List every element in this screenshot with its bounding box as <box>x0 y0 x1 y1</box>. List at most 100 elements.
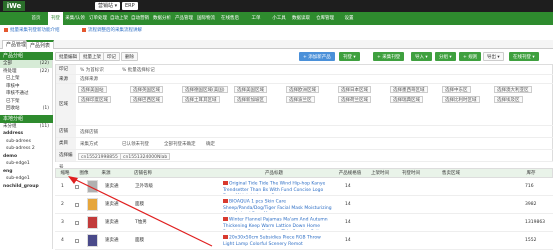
app-logo: iWe <box>3 1 25 11</box>
filter-chip[interactable]: cn1551324000Nlab <box>120 152 171 160</box>
filter-label: 类目 <box>56 138 76 149</box>
flag-icon <box>223 199 228 203</box>
tab-product-list[interactable]: 产品列表 <box>26 40 55 49</box>
toolbar-right-button[interactable]: 导入 ▾ <box>411 52 432 61</box>
toolbar-right-button[interactable]: 分组 ▾ <box>435 52 456 61</box>
sidebar-item[interactable]: 审核不通过 <box>0 90 52 98</box>
row-spec: 14 <box>345 202 351 207</box>
filter-chip[interactable]: 选择荷兰区域 <box>338 96 371 103</box>
nav-item-0[interactable]: 首页 <box>27 12 45 25</box>
filter-chip[interactable]: 选择澳大利亚区 <box>494 86 532 93</box>
nav-item-7[interactable]: 产品管理 <box>174 12 194 25</box>
filter-chip[interactable]: 选择瑞典区域 <box>390 96 423 103</box>
sidebar-group-count: (11) <box>39 123 49 129</box>
nav-item-5[interactable]: 自动营销 <box>130 12 150 25</box>
filter-label: 店铺 <box>56 126 76 137</box>
sidebar-group-item[interactable]: demo <box>0 153 52 161</box>
sidebar-label: 全部 <box>3 61 12 66</box>
row-title[interactable]: BIOAQUA 1 pcs Skin Care Sheep/Panda/Dog/… <box>223 199 333 212</box>
filter-chip[interactable]: % 为首标识 <box>78 67 106 74</box>
row-title[interactable]: Winter Flannel Pajamas Ma'am And Autumn … <box>223 217 333 230</box>
nav-item-2[interactable]: 采集/认领 <box>64 12 86 25</box>
nav-item-12[interactable]: 数据读取 <box>290 12 312 25</box>
sidebar-group-item[interactable]: eng <box>0 168 52 176</box>
nav-item-10[interactable]: 工单 <box>244 12 268 25</box>
filter-chip[interactable]: 选择店铺 <box>78 129 100 136</box>
filter-chip[interactable]: 选择新加坡区 <box>234 96 267 103</box>
filter-chip[interactable]: 确定 <box>204 141 217 148</box>
filter-chip[interactable]: 选择埃及区 <box>494 96 523 103</box>
toolbar-right-button[interactable]: 在线刊登 ▾ <box>509 52 539 61</box>
erp-select[interactable]: ERP <box>122 2 138 10</box>
notice-link-1[interactable]: 批量采集刊登新功能介绍 <box>4 27 60 35</box>
filter-chip[interactable]: 选择波兰区 <box>286 96 315 103</box>
sidebar-group-item[interactable]: sub-edge1 <box>0 175 52 183</box>
filter-chip[interactable]: cn15521998855 <box>78 152 121 160</box>
nav-item-6[interactable]: 数据分析 <box>152 12 172 25</box>
sidebar-item[interactable]: 已下架 <box>0 98 52 106</box>
toolbar-right-button[interactable]: 刊登 ▾ <box>339 52 360 61</box>
sidebar-group-item[interactable]: sub-edge1 <box>0 160 52 168</box>
sidebar-group-item[interactable]: address <box>0 130 52 138</box>
sidebar-label: 回收站 <box>6 106 20 111</box>
sidebar-item[interactable]: 已上架 <box>0 75 52 83</box>
filter-chip[interactable]: 选择英国区域 <box>130 86 163 93</box>
nav-item-9[interactable]: 在线售后 <box>218 12 242 25</box>
table-header-cell: 售卖区域 <box>442 171 460 176</box>
sidebar-group-item[interactable]: 未分组 (11) <box>0 123 52 131</box>
filter-chip[interactable]: 选择日本区域 <box>338 86 371 93</box>
sidebar-item[interactable]: 待处理 (22) <box>0 68 52 76</box>
sidebar-group-item[interactable]: nochild_group <box>0 183 52 191</box>
toolbar-left-button[interactable]: 印记 <box>103 52 120 61</box>
notice-icon <box>4 27 8 32</box>
nav-item-13[interactable]: 仓库管理 <box>314 12 336 25</box>
filter-chip[interactable]: 选择美国站 <box>78 86 107 93</box>
row-spec: 14 <box>345 238 351 243</box>
sidebar-count: (22) <box>39 68 49 74</box>
filter-row: 印记% 为首标识 % 批量选择标记 <box>56 65 553 75</box>
sidebar-item[interactable]: 审核中 <box>0 83 52 91</box>
filter-row: 店铺 选择店铺 <box>56 126 553 138</box>
filter-chip[interactable]: 选择印度区域 <box>78 96 111 103</box>
sidebar-item[interactable]: 回收站 (1) <box>0 105 52 113</box>
toolbar-left-button[interactable]: 批量编辑 <box>55 52 81 61</box>
nav-item-3[interactable]: 订单处理 <box>88 12 108 25</box>
filter-chip[interactable]: 选择墨西哥区域 <box>390 86 428 93</box>
sidebar-group-label: nochild_group <box>3 183 39 189</box>
filter-chip[interactable]: 全部刊登未确定 <box>162 141 198 148</box>
filter-chip[interactable]: 选择欧洲区域 <box>286 86 319 93</box>
nav-item-11[interactable]: 小工具 <box>270 12 288 25</box>
sidebar-group-label: address <box>3 131 24 136</box>
filter-chip[interactable]: 选择土耳其区域 <box>182 96 220 103</box>
filter-chip[interactable]: 选择中东区 <box>442 86 471 93</box>
toolbar-right-button[interactable]: + 添加新产品 <box>299 52 335 61</box>
row-title[interactable]: 20x30x50cm Subsidies Piece RGB Throw Lig… <box>223 235 333 248</box>
filter-chip[interactable]: 已认领未刊登 <box>120 141 151 148</box>
filter-chip[interactable]: 选择来源 <box>78 76 100 83</box>
row-title[interactable]: Original Tide Tide The Wind Hip-hop Kany… <box>223 181 333 194</box>
nav-item-8[interactable]: 国际物流 <box>196 12 216 25</box>
filter-chip[interactable]: 选择巴西区域 <box>130 96 163 103</box>
sidebar-item[interactable]: 全部 (22) <box>0 60 52 68</box>
sidebar-label: 待处理 <box>3 68 17 74</box>
filter-chip[interactable]: % 批量选择标记 <box>120 67 157 74</box>
filter-chip[interactable]: 选择比利时区域 <box>442 96 480 103</box>
nav-item-1[interactable]: 刊登 <box>48 12 63 25</box>
toolbar-right-button[interactable]: + 采集刊登 <box>373 52 405 61</box>
site-select[interactable]: 营销站 ▾ <box>95 2 121 10</box>
sidebar-label: 审核不通过 <box>6 91 29 96</box>
filter-chip[interactable]: 选择德国区域(美国) <box>182 86 228 93</box>
toolbar-right-button[interactable]: 导出 ▾ <box>483 52 504 61</box>
toolbar-left-button[interactable]: 删除 <box>121 52 138 61</box>
toolbar-left-button[interactable]: 批量上架 <box>79 52 105 61</box>
sidebar-group-item[interactable]: sub-adress 2 <box>0 145 52 153</box>
notice-link-2[interactable]: 流程调整后的采集流程讲解 <box>82 27 142 35</box>
filter-chip[interactable]: 选择美国区域 <box>234 86 267 93</box>
toolbar-right-button[interactable]: + 规则 <box>459 52 482 61</box>
filter-row: 选择编号cn15521998855cn1551324000Nlab <box>56 150 553 170</box>
filter-chip[interactable]: 采集方式 <box>78 141 100 148</box>
nav-item-4[interactable]: 自动上架 <box>110 12 128 25</box>
row-spec: 14 <box>345 184 351 189</box>
sidebar-group-item[interactable]: sub-adrees <box>0 138 52 146</box>
nav-item-14[interactable]: 设置 <box>338 12 360 25</box>
